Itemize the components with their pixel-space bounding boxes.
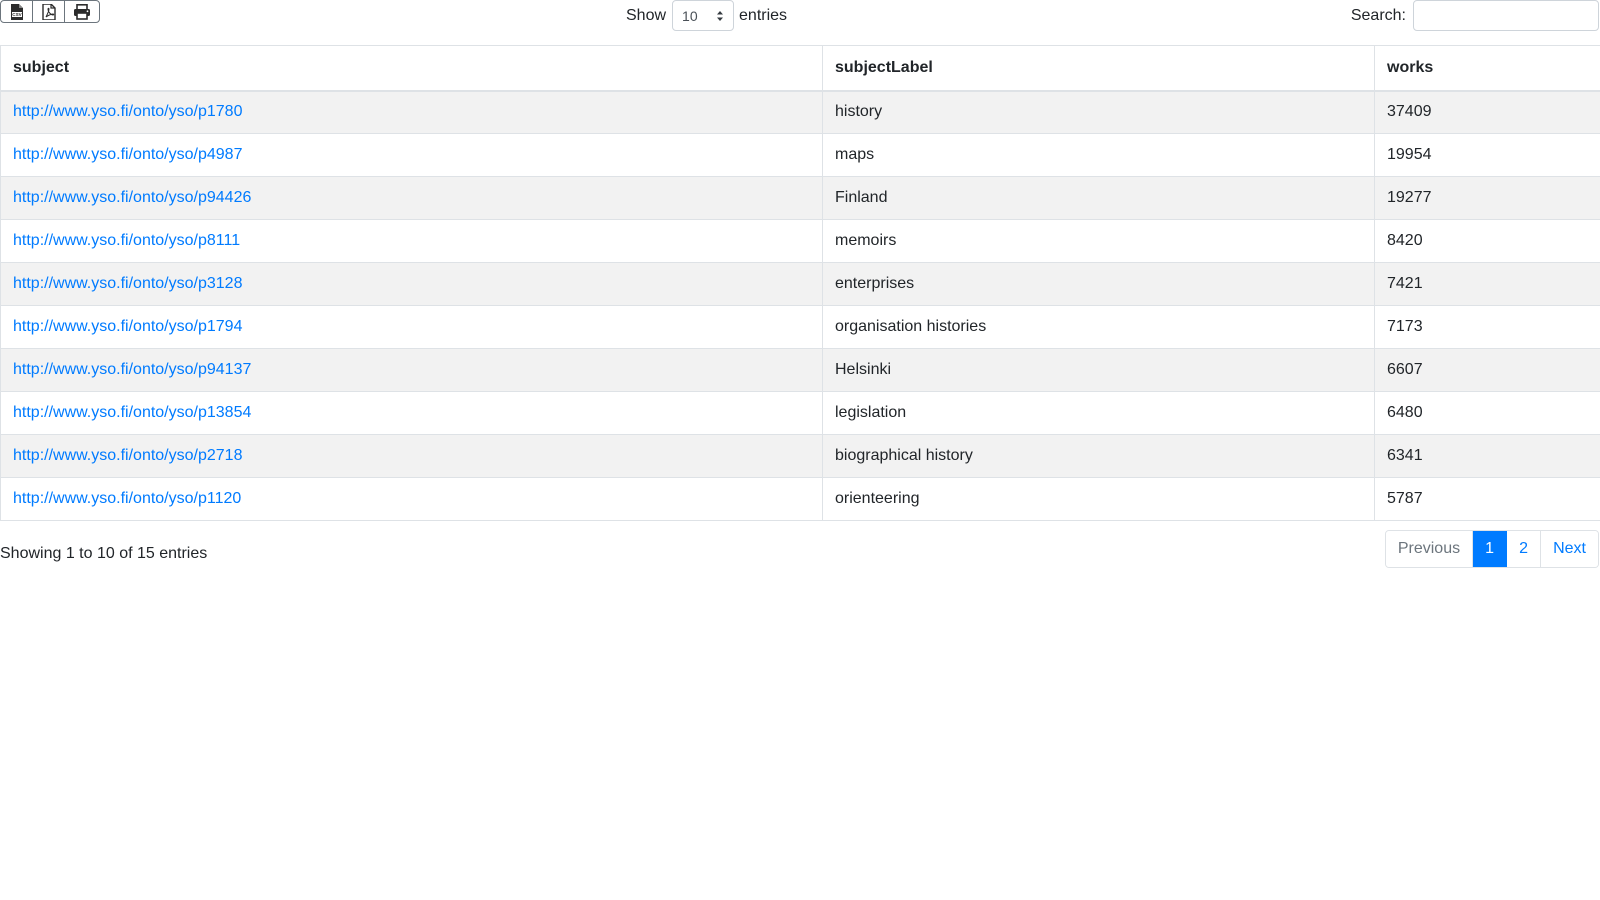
table-body: http://www.yso.fi/onto/yso/p1780 history… <box>0 90 1600 521</box>
table-row: http://www.yso.fi/onto/yso/p1794 organis… <box>0 305 1600 349</box>
subject-cell: http://www.yso.fi/onto/yso/p3128 <box>0 262 823 306</box>
print-icon <box>74 3 90 20</box>
works-cell: 8420 <box>1374 219 1600 263</box>
table-row: http://www.yso.fi/onto/yso/p2718 biograp… <box>0 434 1600 478</box>
subject-link[interactable]: http://www.yso.fi/onto/yso/p4987 <box>13 146 242 163</box>
subject-label-cell: organisation histories <box>822 305 1375 349</box>
works-cell: 5787 <box>1374 477 1600 521</box>
entries-label: entries <box>739 6 788 24</box>
table-row: http://www.yso.fi/onto/yso/p94137 Helsin… <box>0 348 1600 392</box>
previous-page-button[interactable]: Previous <box>1385 531 1474 567</box>
pagination: Previous 1 2 Next <box>1384 530 1599 568</box>
search-input[interactable] <box>1413 0 1599 31</box>
table-row: http://www.yso.fi/onto/yso/p3128 enterpr… <box>0 262 1600 306</box>
table-info: Showing 1 to 10 of 15 entries <box>0 545 208 562</box>
subject-label-cell: memoirs <box>822 219 1375 263</box>
subject-link[interactable]: http://www.yso.fi/onto/yso/p1794 <box>13 318 242 335</box>
column-header-subjectlabel[interactable]: subjectLabel <box>822 45 1375 92</box>
export-csv-button[interactable]: CSV <box>1 1 33 22</box>
column-header-works[interactable]: works <box>1374 45 1600 92</box>
table-row: http://www.yso.fi/onto/yso/p94426 Finlan… <box>0 176 1600 220</box>
subject-link[interactable]: http://www.yso.fi/onto/yso/p3128 <box>13 275 242 292</box>
table-toolbar: CSV Show 10 entries Search: <box>0 0 1600 44</box>
svg-text:CSV: CSV <box>12 12 22 17</box>
print-button[interactable] <box>65 1 99 22</box>
page-button-1[interactable]: 1 <box>1473 531 1508 567</box>
subject-link[interactable]: http://www.yso.fi/onto/yso/p1120 <box>13 490 241 507</box>
search-control: Search: <box>1351 0 1599 31</box>
subject-label-cell: biographical history <box>822 434 1375 478</box>
subject-link[interactable]: http://www.yso.fi/onto/yso/p1780 <box>13 103 242 120</box>
subject-label-cell: Helsinki <box>822 348 1375 392</box>
subject-cell: http://www.yso.fi/onto/yso/p2718 <box>0 434 823 478</box>
subject-cell: http://www.yso.fi/onto/yso/p4987 <box>0 133 823 177</box>
subject-link[interactable]: http://www.yso.fi/onto/yso/p13854 <box>13 404 251 421</box>
page-length-select[interactable]: 10 <box>672 0 735 31</box>
works-cell: 37409 <box>1374 90 1600 134</box>
next-page-button[interactable]: Next <box>1541 531 1598 567</box>
subject-label-cell: legislation <box>822 391 1375 435</box>
subject-link[interactable]: http://www.yso.fi/onto/yso/p94137 <box>13 361 251 378</box>
results-table: subject subjectLabel works http://www.ys… <box>0 45 1600 521</box>
works-cell: 7173 <box>1374 305 1600 349</box>
works-cell: 19277 <box>1374 176 1600 220</box>
subject-cell: http://www.yso.fi/onto/yso/p94426 <box>0 176 823 220</box>
subject-link[interactable]: http://www.yso.fi/onto/yso/p94426 <box>13 189 251 206</box>
subject-link[interactable]: http://www.yso.fi/onto/yso/p8111 <box>13 232 240 249</box>
subject-cell: http://www.yso.fi/onto/yso/p1120 <box>0 477 823 521</box>
pdf-icon <box>41 3 56 20</box>
subject-label-cell: enterprises <box>822 262 1375 306</box>
page-button-2[interactable]: 2 <box>1507 531 1542 567</box>
page-length-value: 10 <box>682 7 698 24</box>
subject-cell: http://www.yso.fi/onto/yso/p1780 <box>0 90 823 134</box>
subject-label-cell: orienteering <box>822 477 1375 521</box>
table-row: http://www.yso.fi/onto/yso/p1120 oriente… <box>0 477 1600 521</box>
works-cell: 6480 <box>1374 391 1600 435</box>
table-header-row: subject subjectLabel works <box>0 45 1600 92</box>
csv-icon: CSV <box>10 3 23 20</box>
works-cell: 6607 <box>1374 348 1600 392</box>
search-label: Search: <box>1350 6 1406 24</box>
subject-cell: http://www.yso.fi/onto/yso/p8111 <box>0 219 823 263</box>
works-cell: 6341 <box>1374 434 1600 478</box>
table-row: http://www.yso.fi/onto/yso/p8111 memoirs… <box>0 219 1600 263</box>
subject-label-cell: Finland <box>822 176 1375 220</box>
table-row: http://www.yso.fi/onto/yso/p13854 legisl… <box>0 391 1600 435</box>
export-pdf-button[interactable] <box>33 1 65 22</box>
subject-label-cell: maps <box>822 133 1375 177</box>
table-row: http://www.yso.fi/onto/yso/p1780 history… <box>0 90 1600 134</box>
sort-caret-icon <box>717 11 724 21</box>
table-row: http://www.yso.fi/onto/yso/p4987 maps 19… <box>0 133 1600 177</box>
works-cell: 7421 <box>1374 262 1600 306</box>
show-label: Show <box>626 6 667 24</box>
subject-link[interactable]: http://www.yso.fi/onto/yso/p2718 <box>13 447 242 464</box>
subject-cell: http://www.yso.fi/onto/yso/p94137 <box>0 348 823 392</box>
subject-label-cell: history <box>822 90 1375 134</box>
subject-cell: http://www.yso.fi/onto/yso/p1794 <box>0 305 823 349</box>
export-button-group: CSV <box>0 0 100 23</box>
subject-cell: http://www.yso.fi/onto/yso/p13854 <box>0 391 823 435</box>
column-header-subject[interactable]: subject <box>0 45 823 92</box>
page-length-control: Show 10 entries <box>626 0 787 31</box>
works-cell: 19954 <box>1374 133 1600 177</box>
